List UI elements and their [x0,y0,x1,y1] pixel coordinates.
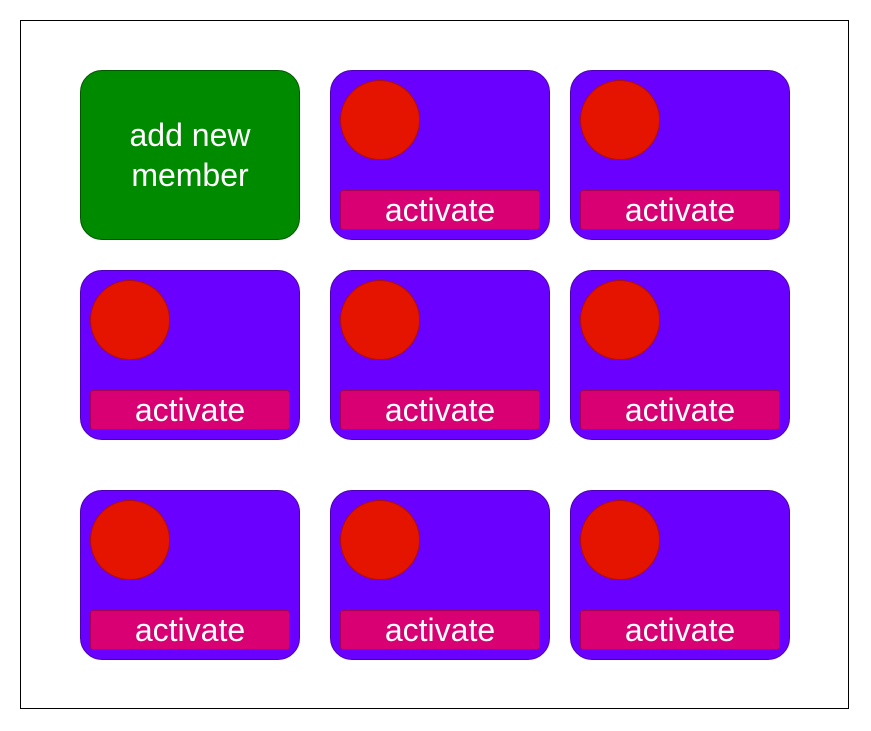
member-avatar [580,280,660,360]
member-avatar [580,80,660,160]
member-card: activate [330,70,550,240]
member-card: activate [570,70,790,240]
member-avatar [340,80,420,160]
add-new-member-label: add new member [129,117,251,193]
activate-button[interactable]: activate [580,190,780,230]
activate-button[interactable]: activate [580,610,780,650]
member-card: activate [330,490,550,660]
member-avatar [340,280,420,360]
add-new-member-card[interactable]: add new member [80,70,300,240]
activate-button[interactable]: activate [340,190,540,230]
activate-button[interactable]: activate [580,390,780,430]
member-card: activate [80,490,300,660]
member-card: activate [330,270,550,440]
activate-button[interactable]: activate [340,390,540,430]
member-card: activate [80,270,300,440]
activate-button[interactable]: activate [340,610,540,650]
member-card: activate [570,490,790,660]
activate-button[interactable]: activate [90,610,290,650]
member-avatar [340,500,420,580]
member-card: activate [570,270,790,440]
member-avatar [90,500,170,580]
member-avatar [580,500,660,580]
member-avatar [90,280,170,360]
activate-button[interactable]: activate [90,390,290,430]
